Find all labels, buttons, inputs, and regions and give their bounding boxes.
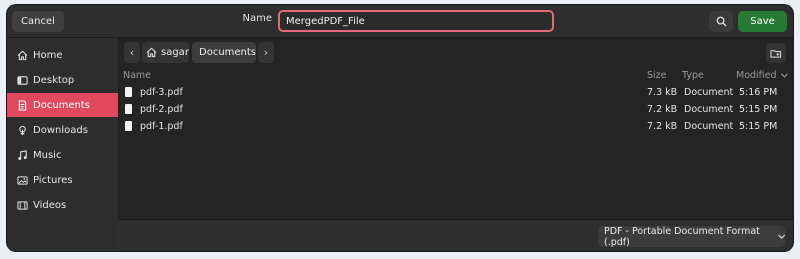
search-icon	[716, 16, 727, 27]
breadcrumb-home[interactable]: sagar	[142, 42, 189, 63]
file-type: Document	[684, 104, 734, 115]
table-row[interactable]: pdf-1.pdf 7.2 kB Document 5:15 PM	[118, 119, 793, 136]
sidebar-item-downloads[interactable]: Downloads	[7, 118, 118, 142]
places-sidebar: Home Desktop Documents Downloads Music P…	[7, 38, 119, 251]
footer-bar: PDF - Portable Document Format (.pdf)	[118, 219, 793, 251]
file-size: 7.3 kB	[647, 87, 678, 98]
new-folder-button[interactable]	[766, 43, 786, 63]
documents-icon	[15, 98, 29, 112]
sidebar-item-videos[interactable]: Videos	[7, 193, 118, 217]
downloads-icon	[15, 123, 29, 137]
chevron-right-icon: ›	[263, 46, 269, 59]
chevron-down-icon	[780, 73, 788, 78]
column-header-size[interactable]: Size	[647, 70, 667, 81]
desktop-icon	[15, 73, 29, 87]
sidebar-item-label: Documents	[33, 99, 91, 111]
home-icon	[146, 47, 157, 58]
sidebar-item-home[interactable]: Home	[7, 43, 118, 67]
sidebar-item-desktop[interactable]: Desktop	[7, 68, 118, 92]
file-name: pdf-3.pdf	[140, 87, 183, 98]
save-button[interactable]: Save	[738, 11, 787, 32]
filename-input[interactable]	[278, 10, 554, 32]
file-type-filter-label: PDF - Portable Document Format (.pdf)	[604, 225, 760, 248]
file-type-filter-dropdown[interactable]: PDF - Portable Document Format (.pdf)	[598, 225, 785, 248]
column-header-name[interactable]: Name	[123, 70, 151, 81]
table-row[interactable]: pdf-3.pdf 7.3 kB Document 5:16 PM	[118, 85, 793, 102]
file-type: Document	[684, 121, 734, 132]
sidebar-item-documents[interactable]: Documents	[7, 93, 118, 117]
header-bar: Cancel Name Save	[7, 5, 793, 38]
file-size: 7.2 kB	[647, 104, 678, 115]
file-type: Document	[684, 87, 734, 98]
file-modified: 5:15 PM	[739, 104, 778, 115]
file-icon	[125, 121, 132, 131]
sidebar-item-music[interactable]: Music	[7, 143, 118, 167]
sidebar-item-label: Home	[33, 49, 63, 61]
file-chooser-dialog: Cancel Name Save Home Desktop	[7, 5, 793, 251]
pictures-icon	[15, 173, 29, 187]
path-forward-button[interactable]: ›	[258, 42, 274, 63]
file-icon	[125, 104, 132, 114]
sidebar-item-pictures[interactable]: Pictures	[7, 168, 118, 192]
file-size: 7.2 kB	[647, 121, 678, 132]
column-header-modified[interactable]: Modified	[736, 70, 788, 81]
chevron-left-icon: ‹	[129, 46, 135, 59]
file-name: pdf-2.pdf	[140, 104, 183, 115]
cancel-button[interactable]: Cancel	[12, 11, 64, 32]
column-header-type[interactable]: Type	[682, 70, 704, 81]
path-back-button[interactable]: ‹	[124, 42, 140, 63]
file-modified: 5:16 PM	[739, 87, 778, 98]
search-button[interactable]	[709, 11, 733, 32]
sidebar-item-label: Downloads	[33, 124, 88, 136]
file-icon	[125, 87, 132, 97]
sidebar-item-label: Music	[33, 149, 62, 161]
chevron-down-icon	[777, 234, 785, 239]
music-icon	[15, 148, 29, 162]
sidebar-item-label: Pictures	[33, 174, 73, 186]
videos-icon	[15, 198, 29, 212]
breadcrumb-current[interactable]: Documents	[192, 42, 256, 63]
home-icon	[15, 48, 29, 62]
breadcrumb-home-label: sagar	[161, 47, 189, 58]
new-folder-icon	[770, 49, 782, 58]
name-label: Name	[242, 13, 272, 24]
column-header-modified-label: Modified	[736, 70, 777, 81]
sidebar-item-label: Videos	[33, 199, 67, 211]
file-modified: 5:15 PM	[739, 121, 778, 132]
file-name: pdf-1.pdf	[140, 121, 183, 132]
table-row[interactable]: pdf-2.pdf 7.2 kB Document 5:15 PM	[118, 102, 793, 119]
sidebar-item-label: Desktop	[33, 74, 75, 86]
